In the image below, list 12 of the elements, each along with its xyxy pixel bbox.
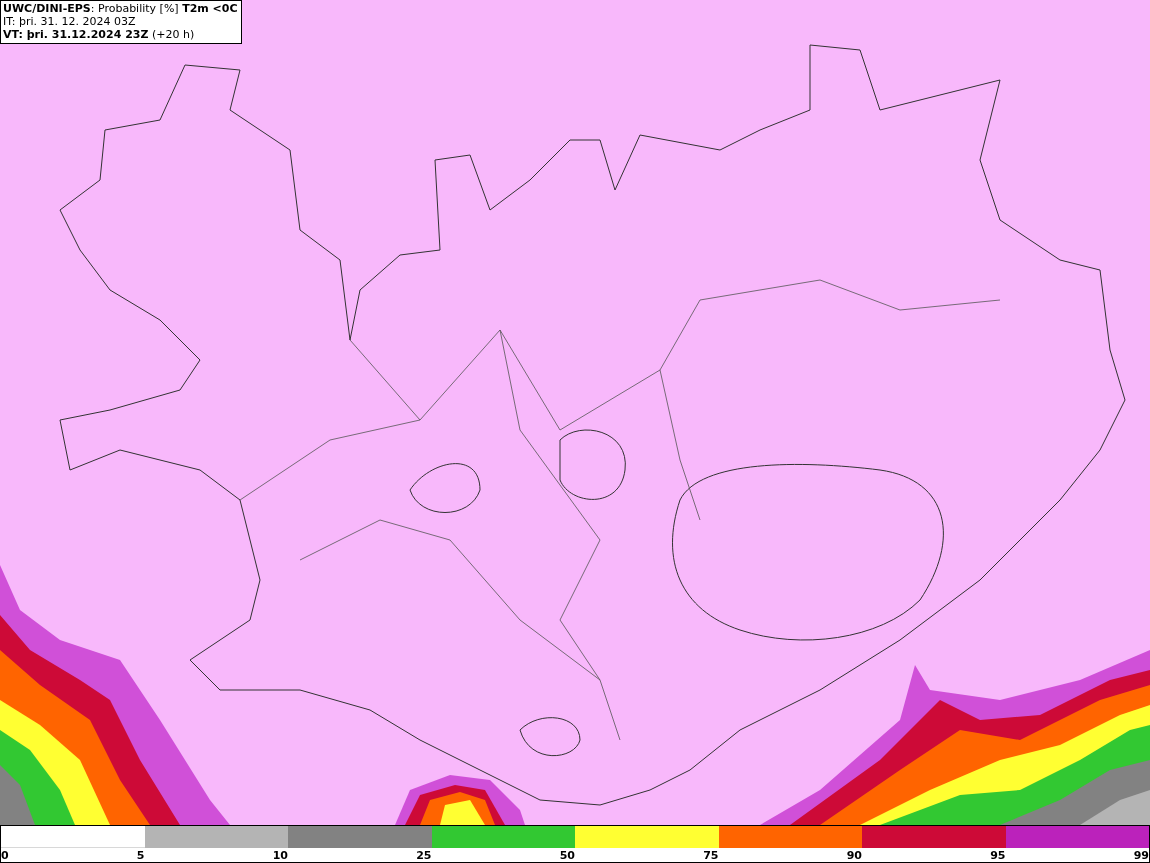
legend-tick-label: 99 (1133, 850, 1149, 862)
title-line: VT: þri. 31.12.2024 23Z (+20 h) (3, 28, 196, 41)
legend-tick-label: 95 (990, 850, 1006, 862)
legend-tick-label: 5 (136, 850, 145, 862)
legend-tick-label: 75 (703, 850, 719, 862)
legend-tick-label: 10 (272, 850, 288, 862)
title-line: IT: þri. 31. 12. 2024 03Z (3, 15, 137, 28)
legend-tick-label: 0 (1, 850, 9, 862)
legend-tick-label: 90 (846, 850, 862, 862)
title-line: UWC/DINI-EPS: Probability [%] T2m <0C (3, 2, 238, 15)
legend-tick-label: 25 (416, 850, 432, 862)
legend-tick-label: 50 (559, 850, 575, 862)
